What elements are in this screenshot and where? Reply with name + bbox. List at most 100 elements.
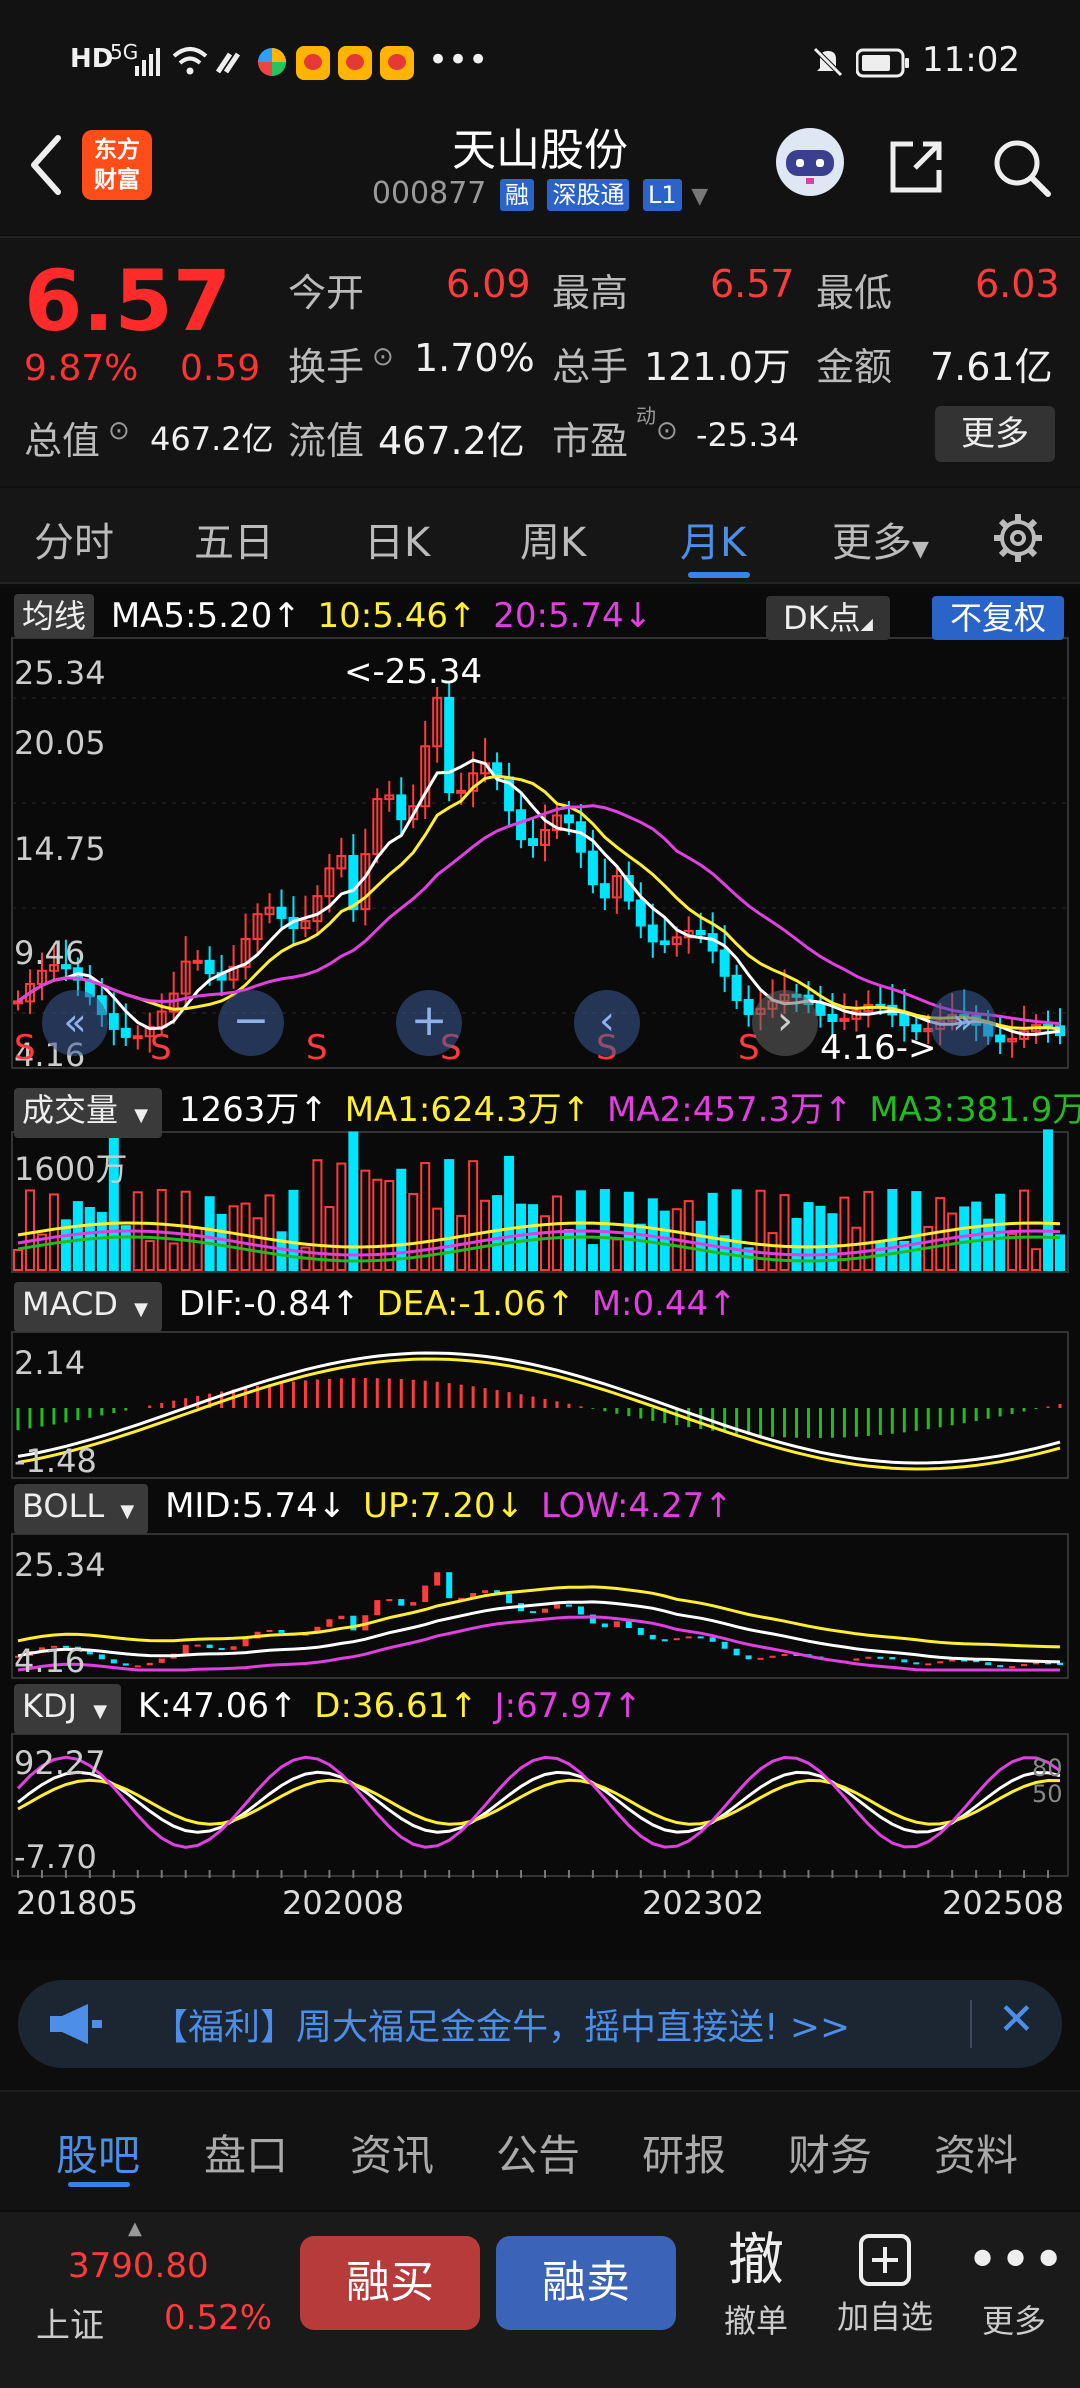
sell-signal-marker: S [306, 1028, 328, 1068]
boll-candle [637, 1628, 644, 1635]
scroll-right-icon[interactable]: › [752, 990, 818, 1056]
quote-more-button[interactable]: 更多 [935, 406, 1055, 462]
macd-legend-row: MACD ▼ DIF:-0.84↑ DEA:-1.06↑ M:0.44↑ [14, 1282, 743, 1332]
kdj-selector-label: KDJ [22, 1687, 78, 1725]
change-percent: 9.87% [24, 348, 139, 389]
cancel-order-button[interactable]: 撤 撤单 [712, 2226, 800, 2342]
boll-candle [434, 1572, 441, 1586]
boll-candle [1009, 1666, 1016, 1669]
tab-weekly-k[interactable]: 周K [520, 510, 586, 568]
search-icon[interactable] [990, 136, 1052, 198]
volume-bar [216, 1213, 227, 1271]
volume-bar [947, 1212, 958, 1272]
boll-candle [374, 1600, 381, 1616]
x-axis-label: 202008 [282, 1884, 405, 1922]
zoom-in-icon[interactable]: + [396, 990, 462, 1056]
bottom-action-bar: ▲ 3790.80 上证 0.52% 融买 融卖 撤 撤单 加自选 ••• 更多 [0, 2212, 1080, 2388]
scroll-left-icon[interactable]: ‹ [574, 990, 640, 1056]
candle-body [516, 809, 527, 841]
candle-body [396, 794, 407, 821]
last-price: 6.57 [24, 252, 232, 350]
candle-body [695, 929, 706, 936]
volume-bar [264, 1194, 275, 1271]
share-icon[interactable] [885, 136, 947, 198]
sell-signal-marker: S [150, 1028, 172, 1068]
boll-candle [913, 1662, 920, 1665]
kline-chart-svg[interactable] [0, 588, 1080, 1960]
boll-candle [601, 1623, 608, 1628]
macd-selector[interactable]: MACD ▼ [14, 1282, 162, 1332]
tab-research[interactable]: 研报 [642, 2122, 726, 2183]
arrow-up-icon: ↑ [708, 1284, 737, 1324]
tab-profile[interactable]: 资料 [934, 2122, 1018, 2183]
volume-bar [372, 1178, 383, 1272]
tab-financials[interactable]: 财务 [788, 2122, 872, 2183]
volume-bar [983, 1218, 994, 1271]
banner-text[interactable]: 【福利】周大福足金金牛，摇中直接送! >> [152, 1998, 850, 2050]
x-axis-label: 202302 [642, 1884, 765, 1922]
volume-bar [659, 1210, 670, 1271]
volume-bar [348, 1131, 359, 1272]
index-name[interactable]: 上证 [36, 2298, 104, 2347]
kdj-selector[interactable]: KDJ ▼ [14, 1684, 122, 1734]
wifi-icon [172, 47, 208, 75]
volume-bar [96, 1211, 107, 1271]
tab-stock-forum[interactable]: 股吧 [56, 2122, 140, 2183]
close-icon[interactable]: ✕ [998, 1994, 1035, 2045]
tab-order-book[interactable]: 盘口 [204, 2122, 288, 2183]
candle-body [456, 789, 467, 794]
boll-selector[interactable]: BOLL ▼ [14, 1484, 149, 1534]
float-cap-value: 467.2亿 [378, 419, 525, 463]
boll-legend-row: BOLL ▼ MID:5.74↓ UP:7.20↓ LOW:4.27↑ [14, 1484, 739, 1534]
margin-sell-button[interactable]: 融卖 [496, 2236, 676, 2330]
market-cap-value: 467.2亿 [150, 420, 274, 458]
info-circle-icon[interactable]: ⊙ [108, 416, 130, 446]
scroll-right-fast-icon[interactable]: » [930, 990, 996, 1056]
ma20-value: 20:5.74 [493, 596, 624, 636]
promo-banner[interactable]: 【福利】周大福足金金牛，摇中直接送! >> ✕ [18, 1980, 1062, 2068]
tab-intraday[interactable]: 分时 [34, 510, 114, 568]
boll-candle [278, 1629, 285, 1633]
caret-down-icon: ▼ [93, 1701, 108, 1722]
gear-icon[interactable] [990, 510, 1046, 566]
amount-value: 7.61亿 [930, 345, 1053, 389]
volume-bar [276, 1231, 287, 1271]
boll-candle [266, 1629, 273, 1632]
caret-up-icon[interactable]: ▲ [128, 2218, 142, 2239]
chevron-down-icon[interactable]: ▼ [691, 184, 708, 209]
no-adjust-button[interactable]: 不复权 [932, 596, 1064, 640]
ma-selector[interactable]: 均线 [14, 594, 95, 638]
weibo-icon [296, 46, 330, 80]
tab-five-day[interactable]: 五日 [194, 510, 274, 568]
tab-announcements[interactable]: 公告 [496, 2122, 580, 2183]
add-watchlist-button[interactable]: 加自选 [830, 2226, 940, 2338]
tab-monthly-k[interactable]: 月K [680, 510, 746, 568]
tab-daily-k[interactable]: 日K [364, 510, 430, 568]
tab-more-periods[interactable]: 更多▼ [832, 510, 929, 568]
info-circle-icon[interactable]: ⊙ [372, 342, 394, 372]
market-cap-label: 总值 [24, 419, 101, 463]
info-circle-icon[interactable]: ⊙ [656, 416, 678, 446]
margin-buy-button[interactable]: 融买 [300, 2236, 480, 2330]
boll-candle [482, 1590, 489, 1594]
boll-candle [194, 1644, 201, 1647]
zoom-out-icon[interactable]: − [218, 990, 284, 1056]
nfc-icon [215, 52, 241, 74]
robot-assistant-icon[interactable] [770, 122, 850, 202]
more-actions-button[interactable]: ••• 更多 [966, 2226, 1065, 2342]
volume-bar [1031, 1248, 1042, 1271]
tab-news[interactable]: 资讯 [350, 2122, 434, 2183]
index-value[interactable]: 3790.80 [68, 2246, 209, 2286]
volume-bar [887, 1189, 898, 1272]
arrow-up-icon: ↑ [546, 1284, 575, 1324]
boll-candle [158, 1658, 165, 1663]
kline-chart-area[interactable]: 均线 MA5:5.20↑ 10:5.46↑ 20:5.74↓ DK点◢ 不复权 … [0, 588, 1080, 1960]
index-change-percent[interactable]: 0.52% [164, 2298, 272, 2338]
macd-dea-value: DEA:-1.06 [376, 1284, 547, 1324]
volume-bar [695, 1220, 706, 1271]
volume-selector[interactable]: 成交量 ▼ [14, 1088, 163, 1138]
boll-candle [410, 1602, 417, 1606]
volume-label: 总手 [552, 345, 629, 389]
scroll-left-fast-icon[interactable]: « [42, 990, 108, 1056]
dk-point-button[interactable]: DK点◢ [766, 596, 890, 640]
